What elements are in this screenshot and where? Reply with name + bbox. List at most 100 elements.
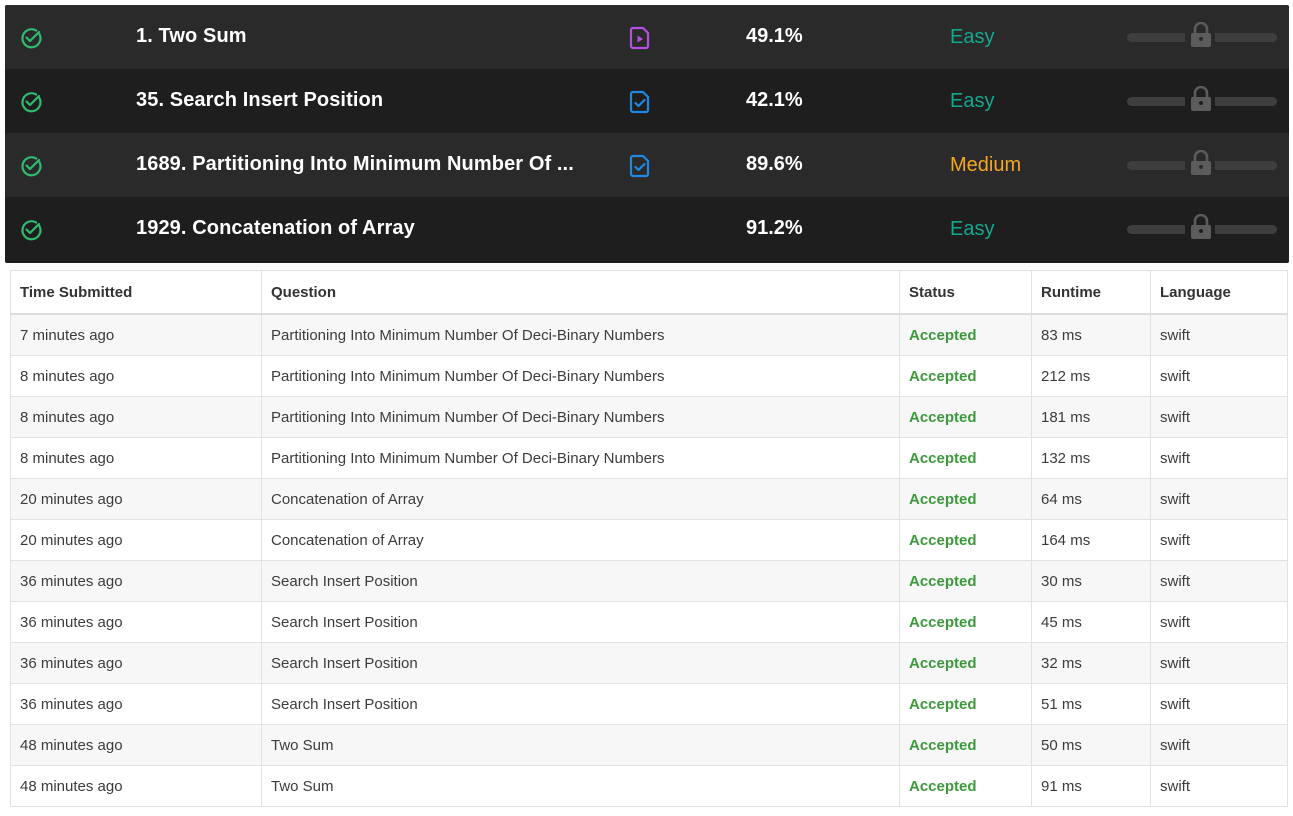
status-link[interactable]: Accepted: [899, 478, 1032, 520]
article-solution-icon[interactable]: [629, 90, 651, 114]
runtime-cell: 91 ms: [1031, 765, 1151, 807]
frequency-bar-locked[interactable]: [1125, 21, 1279, 50]
acceptance-rate: 91.2%: [746, 217, 803, 239]
runtime-cell: 212 ms: [1031, 355, 1151, 397]
frequency-bar-locked[interactable]: [1125, 149, 1279, 178]
runtime-cell: 32 ms: [1031, 642, 1151, 684]
table-row: 8 minutes ago Partitioning Into Minimum …: [10, 396, 1288, 438]
column-header-status[interactable]: Status: [899, 270, 1032, 315]
runtime-cell: 51 ms: [1031, 683, 1151, 725]
time-submitted-cell: 8 minutes ago: [10, 437, 262, 479]
question-link[interactable]: Search Insert Position: [261, 601, 900, 643]
status-link[interactable]: Accepted: [899, 601, 1032, 643]
runtime-cell: 83 ms: [1031, 313, 1151, 356]
question-link[interactable]: Concatenation of Array: [261, 519, 900, 561]
language-cell: swift: [1150, 724, 1288, 766]
table-row: 8 minutes ago Partitioning Into Minimum …: [10, 355, 1288, 397]
frequency-bar-locked[interactable]: [1125, 213, 1279, 242]
language-cell: swift: [1150, 642, 1288, 684]
question-link[interactable]: Two Sum: [261, 765, 900, 807]
column-header-runtime[interactable]: Runtime: [1031, 270, 1151, 315]
runtime-cell: 45 ms: [1031, 601, 1151, 643]
problem-title-link[interactable]: 1929. Concatenation of Array: [136, 217, 415, 240]
question-link[interactable]: Search Insert Position: [261, 642, 900, 684]
language-cell: swift: [1150, 313, 1288, 356]
column-header-language[interactable]: Language: [1150, 270, 1288, 315]
language-cell: swift: [1150, 560, 1288, 602]
solved-check-icon: [19, 26, 43, 50]
runtime-cell: 164 ms: [1031, 519, 1151, 561]
problem-title-link[interactable]: 1689. Partitioning Into Minimum Number O…: [136, 153, 574, 176]
runtime-cell: 50 ms: [1031, 724, 1151, 766]
time-submitted-cell: 36 minutes ago: [10, 601, 262, 643]
question-link[interactable]: Concatenation of Array: [261, 478, 900, 520]
solved-check-icon: [19, 218, 43, 242]
problem-title-link[interactable]: 1. Two Sum: [136, 25, 247, 48]
question-link[interactable]: Search Insert Position: [261, 560, 900, 602]
article-solution-icon[interactable]: [629, 154, 651, 178]
table-row: 36 minutes ago Search Insert Position Ac…: [10, 601, 1288, 643]
video-solution-icon[interactable]: [629, 26, 651, 50]
status-link[interactable]: Accepted: [899, 765, 1032, 807]
difficulty-label: Medium: [950, 154, 1022, 176]
table-row: 48 minutes ago Two Sum Accepted 50 ms sw…: [10, 724, 1288, 766]
table-row: 7 minutes ago Partitioning Into Minimum …: [10, 313, 1288, 356]
runtime-cell: 181 ms: [1031, 396, 1151, 438]
runtime-cell: 64 ms: [1031, 478, 1151, 520]
status-link[interactable]: Accepted: [899, 313, 1032, 356]
time-submitted-cell: 7 minutes ago: [10, 313, 262, 356]
question-link[interactable]: Partitioning Into Minimum Number Of Deci…: [261, 313, 900, 356]
problem-list: 1. Two Sum 49.1% Easy 35. Search Insert …: [5, 5, 1289, 263]
language-cell: swift: [1150, 683, 1288, 725]
acceptance-rate: 89.6%: [746, 153, 803, 175]
status-link[interactable]: Accepted: [899, 396, 1032, 438]
column-header-time[interactable]: Time Submitted: [10, 270, 262, 315]
time-submitted-cell: 36 minutes ago: [10, 560, 262, 602]
table-row: 36 minutes ago Search Insert Position Ac…: [10, 683, 1288, 725]
question-link[interactable]: Two Sum: [261, 724, 900, 766]
frequency-bar-locked[interactable]: [1125, 85, 1279, 114]
language-cell: swift: [1150, 601, 1288, 643]
language-cell: swift: [1150, 437, 1288, 479]
table-row: 36 minutes ago Search Insert Position Ac…: [10, 642, 1288, 684]
table-row: 8 minutes ago Partitioning Into Minimum …: [10, 437, 1288, 479]
status-link[interactable]: Accepted: [899, 560, 1032, 602]
column-header-question[interactable]: Question: [261, 270, 900, 315]
language-cell: swift: [1150, 396, 1288, 438]
table-row: 20 minutes ago Concatenation of Array Ac…: [10, 478, 1288, 520]
difficulty-label: Easy: [950, 218, 995, 240]
status-link[interactable]: Accepted: [899, 724, 1032, 766]
problem-row[interactable]: 1. Two Sum 49.1% Easy: [5, 5, 1289, 69]
time-submitted-cell: 36 minutes ago: [10, 683, 262, 725]
runtime-cell: 132 ms: [1031, 437, 1151, 479]
problem-row[interactable]: 1929. Concatenation of Array 91.2% Easy: [5, 197, 1289, 261]
table-row: 36 minutes ago Search Insert Position Ac…: [10, 560, 1288, 602]
question-link[interactable]: Partitioning Into Minimum Number Of Deci…: [261, 355, 900, 397]
language-cell: swift: [1150, 478, 1288, 520]
question-link[interactable]: Partitioning Into Minimum Number Of Deci…: [261, 437, 900, 479]
status-link[interactable]: Accepted: [899, 519, 1032, 561]
time-submitted-cell: 8 minutes ago: [10, 396, 262, 438]
problem-row[interactable]: 1689. Partitioning Into Minimum Number O…: [5, 133, 1289, 197]
acceptance-rate: 42.1%: [746, 89, 803, 111]
solved-check-icon: [19, 90, 43, 114]
solved-check-icon: [19, 154, 43, 178]
time-submitted-cell: 20 minutes ago: [10, 478, 262, 520]
question-link[interactable]: Search Insert Position: [261, 683, 900, 725]
problem-title-link[interactable]: 35. Search Insert Position: [136, 89, 383, 112]
runtime-cell: 30 ms: [1031, 560, 1151, 602]
time-submitted-cell: 20 minutes ago: [10, 519, 262, 561]
language-cell: swift: [1150, 765, 1288, 807]
status-link[interactable]: Accepted: [899, 683, 1032, 725]
time-submitted-cell: 36 minutes ago: [10, 642, 262, 684]
acceptance-rate: 49.1%: [746, 25, 803, 47]
problem-row[interactable]: 35. Search Insert Position 42.1% Easy: [5, 69, 1289, 133]
status-link[interactable]: Accepted: [899, 642, 1032, 684]
status-link[interactable]: Accepted: [899, 437, 1032, 479]
question-link[interactable]: Partitioning Into Minimum Number Of Deci…: [261, 396, 900, 438]
submissions-table: Time Submitted Question Status Runtime L…: [10, 270, 1288, 807]
status-link[interactable]: Accepted: [899, 355, 1032, 397]
language-cell: swift: [1150, 355, 1288, 397]
table-row: 20 minutes ago Concatenation of Array Ac…: [10, 519, 1288, 561]
difficulty-label: Easy: [950, 26, 995, 48]
